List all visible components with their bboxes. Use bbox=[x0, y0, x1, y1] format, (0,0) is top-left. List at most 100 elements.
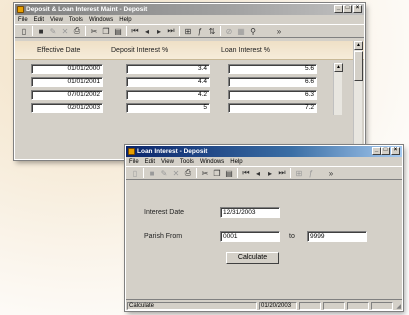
menu-view[interactable]: View bbox=[161, 159, 174, 165]
effective-date-cell[interactable]: 01/01/2000 bbox=[31, 64, 103, 74]
menu-tools[interactable]: Tools bbox=[69, 17, 83, 23]
print-icon[interactable]: ⎙ bbox=[183, 168, 193, 179]
status-panel bbox=[371, 302, 393, 310]
edit-icon[interactable]: ✎ bbox=[159, 168, 169, 179]
title-bar[interactable]: Deposit & Loan Interest Maint - Deposit … bbox=[15, 4, 364, 15]
loan-interest-cell[interactable]: 6.6 bbox=[228, 77, 317, 87]
toolbar-separator bbox=[220, 26, 221, 36]
toolbar-separator bbox=[290, 168, 291, 178]
preview-icon[interactable]: ▦ bbox=[236, 26, 246, 37]
parish-from-label: Parish From bbox=[144, 233, 183, 240]
insert-row-icon[interactable]: ⊞ bbox=[183, 26, 193, 37]
parish-from-input[interactable]: 0001 bbox=[220, 231, 280, 242]
deposit-interest-cell[interactable]: 5 bbox=[126, 103, 210, 113]
prev-record-icon[interactable]: ◂ bbox=[253, 168, 263, 179]
first-record-icon[interactable]: ⏮ bbox=[241, 168, 251, 179]
deposit-interest-cell[interactable]: 4.4 bbox=[126, 77, 210, 87]
toolbar-separator bbox=[143, 168, 144, 178]
menu-help[interactable]: Help bbox=[230, 159, 242, 165]
calculate-button[interactable]: Calculate bbox=[226, 252, 279, 264]
next-record-icon[interactable]: ▸ bbox=[154, 26, 164, 37]
toolbar-separator bbox=[196, 168, 197, 178]
save-icon[interactable]: ■ bbox=[147, 168, 157, 179]
first-record-icon[interactable]: ⏮ bbox=[130, 26, 140, 37]
loan-interest-cell[interactable]: 6.3 bbox=[228, 90, 317, 100]
zoom-icon[interactable]: ⚲ bbox=[248, 26, 258, 37]
app-icon bbox=[17, 6, 24, 13]
toolbar-separator bbox=[237, 168, 238, 178]
header-effective-date: Effective Date bbox=[37, 47, 81, 54]
toolbar-separator bbox=[32, 26, 33, 36]
insert-row-icon[interactable]: ⊞ bbox=[294, 168, 304, 179]
menu-file[interactable]: File bbox=[18, 17, 28, 23]
filter-icon[interactable]: ƒ bbox=[306, 168, 316, 179]
delete-icon[interactable]: ✕ bbox=[60, 26, 70, 37]
resize-grip-icon[interactable]: ◢ bbox=[396, 303, 401, 310]
save-icon[interactable]: ■ bbox=[36, 26, 46, 37]
next-record-icon[interactable]: ▸ bbox=[265, 168, 275, 179]
header-loan-interest: Loan Interest % bbox=[221, 47, 271, 54]
toolbar-chevron-icon[interactable]: » bbox=[326, 168, 336, 179]
effective-date-cell[interactable]: 02/01/2003 bbox=[31, 103, 103, 113]
loan-interest-cell[interactable]: 7.2 bbox=[228, 103, 317, 113]
effective-date-cell[interactable]: 01/01/2001 bbox=[31, 77, 103, 87]
form-body: Interest Date 12/31/2003 Parish From 000… bbox=[126, 183, 402, 299]
status-date: 01/20/2003 bbox=[259, 302, 297, 310]
loan-interest-cell[interactable]: 5.6 bbox=[228, 64, 317, 74]
prev-record-icon[interactable]: ◂ bbox=[142, 26, 152, 37]
toolbar-chevron-icon[interactable]: » bbox=[274, 26, 284, 37]
toolbar: ▯ ■ ✎ ✕ ⎙ ✂ ❐ ▤ ⏮ ◂ ▸ ⏭ ⊞ ƒ ⇅ ⊘ ▦ ⚲ » bbox=[15, 24, 364, 38]
cut-icon[interactable]: ✂ bbox=[89, 26, 99, 37]
menu-tools[interactable]: Tools bbox=[180, 159, 194, 165]
row-scrollbar[interactable]: ▲ bbox=[333, 63, 343, 115]
edit-icon[interactable]: ✎ bbox=[48, 26, 58, 37]
deposit-interest-cell[interactable]: 3.4 bbox=[126, 64, 210, 74]
toolbar-separator bbox=[179, 26, 180, 36]
maximize-button[interactable]: □ bbox=[381, 147, 390, 155]
copy-icon[interactable]: ❐ bbox=[101, 26, 111, 37]
filter-icon[interactable]: ƒ bbox=[195, 26, 205, 37]
status-panel bbox=[347, 302, 369, 310]
paste-icon[interactable]: ▤ bbox=[224, 168, 234, 179]
new-icon[interactable]: ▯ bbox=[19, 26, 29, 37]
scroll-thumb[interactable] bbox=[354, 51, 363, 81]
paste-icon[interactable]: ▤ bbox=[113, 26, 123, 37]
deposit-interest-cell[interactable]: 4.2 bbox=[126, 90, 210, 100]
status-message: Calculate bbox=[127, 302, 257, 310]
delete-icon[interactable]: ✕ bbox=[171, 168, 181, 179]
minimize-button[interactable]: _ bbox=[334, 5, 343, 13]
attach-icon[interactable]: ⊘ bbox=[224, 26, 234, 37]
last-record-icon[interactable]: ⏭ bbox=[277, 168, 287, 179]
cut-icon[interactable]: ✂ bbox=[200, 168, 210, 179]
interest-date-input[interactable]: 12/31/2003 bbox=[220, 207, 280, 218]
title-bar[interactable]: Loan Interest - Deposit _ □ × bbox=[126, 146, 402, 157]
close-button[interactable]: × bbox=[353, 5, 362, 13]
menu-edit[interactable]: Edit bbox=[34, 17, 44, 23]
window-title: Deposit & Loan Interest Maint - Deposit bbox=[26, 6, 148, 13]
scroll-up-button[interactable]: ▲ bbox=[354, 41, 363, 50]
window-scrollbar[interactable]: ▲ bbox=[353, 41, 363, 159]
scroll-up-button[interactable]: ▲ bbox=[334, 63, 343, 72]
window-title: Loan Interest - Deposit bbox=[137, 148, 208, 155]
parish-to-input[interactable]: 9999 bbox=[307, 231, 367, 242]
menu-windows[interactable]: Windows bbox=[89, 17, 113, 23]
toolbar-separator bbox=[126, 26, 127, 36]
menu-windows[interactable]: Windows bbox=[200, 159, 224, 165]
menu-edit[interactable]: Edit bbox=[145, 159, 155, 165]
menu-view[interactable]: View bbox=[50, 17, 63, 23]
minimize-button[interactable]: _ bbox=[372, 147, 381, 155]
loan-interest-window: Loan Interest - Deposit _ □ × File Edit … bbox=[124, 144, 404, 312]
last-record-icon[interactable]: ⏭ bbox=[166, 26, 176, 37]
copy-icon[interactable]: ❐ bbox=[212, 168, 222, 179]
status-bar: Calculate 01/20/2003 ◢ bbox=[126, 299, 402, 310]
close-button[interactable]: × bbox=[391, 147, 400, 155]
sort-icon[interactable]: ⇅ bbox=[207, 26, 217, 37]
toolbar-separator bbox=[85, 26, 86, 36]
new-icon[interactable]: ▯ bbox=[130, 168, 140, 179]
effective-date-cell[interactable]: 07/01/2002 bbox=[31, 90, 103, 100]
menu-file[interactable]: File bbox=[129, 159, 139, 165]
header-deposit-interest: Deposit Interest % bbox=[111, 47, 169, 54]
menu-help[interactable]: Help bbox=[119, 17, 131, 23]
print-icon[interactable]: ⎙ bbox=[72, 26, 82, 37]
maximize-button[interactable]: □ bbox=[343, 5, 352, 13]
